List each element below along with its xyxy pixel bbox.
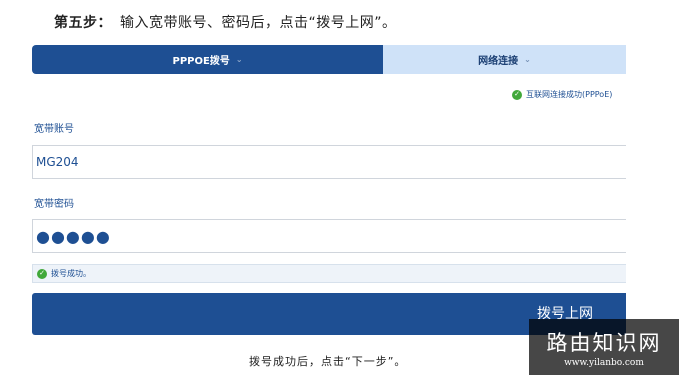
chevron-down-icon: ⌄ <box>524 55 531 64</box>
footnote: 拨号成功后，点击“下一步”。 <box>249 355 407 368</box>
step-instruction: 第五步： 输入宽带账号、密码后，点击“拨号上网”。 <box>54 12 397 32</box>
tab-label: 网络连接 <box>478 56 519 67</box>
watermark: 路由知识网 www.yilanbo.com <box>529 319 679 375</box>
dial-status: ✓ 拨号成功。 <box>32 264 626 283</box>
connection-status: ✓ 互联网连接成功(PPPoE) <box>512 89 612 100</box>
chevron-down-icon: ⌄ <box>235 55 243 64</box>
check-circle-icon: ✓ <box>512 89 522 100</box>
tab-label: PPPOE拨号 <box>172 56 230 67</box>
password-input[interactable] <box>32 219 626 253</box>
tab-pppoe-dial[interactable]: PPPOE拨号 ⌄ <box>32 45 383 74</box>
check-circle-icon: ✓ <box>37 268 47 279</box>
account-label: 宽带账号 <box>34 124 74 135</box>
step-label: 第五步： <box>54 15 112 31</box>
dial-status-text: 拨号成功。 <box>51 269 91 278</box>
connection-status-text: 互联网连接成功(PPPoE) <box>526 90 613 99</box>
step-text: 输入宽带账号、密码后，点击“拨号上网”。 <box>120 15 397 31</box>
password-label: 宽带密码 <box>34 199 74 210</box>
watermark-title: 路由知识网 <box>546 330 662 355</box>
tab-network-connection[interactable]: 网络连接 ⌄ <box>383 45 626 74</box>
watermark-url: www.yilanbo.com <box>564 357 644 368</box>
account-input[interactable] <box>32 145 626 179</box>
mode-tabs: PPPOE拨号 ⌄ 网络连接 ⌄ <box>32 45 626 74</box>
